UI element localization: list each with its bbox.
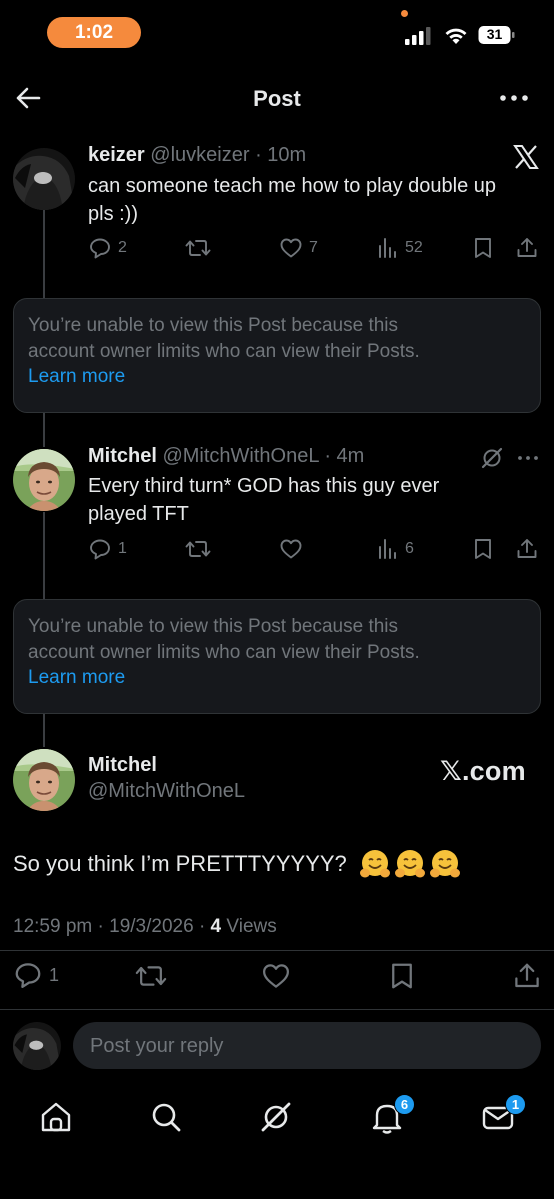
share-icon[interactable]	[515, 537, 539, 561]
post-time: · 10m	[255, 144, 307, 166]
like-button[interactable]	[279, 537, 303, 561]
post-date: 19/3/2026	[109, 916, 194, 937]
reply-count: 1	[118, 540, 127, 557]
notice-text: account owner limits who can view their …	[28, 641, 420, 663]
author-name[interactable]: Mitchel	[88, 445, 157, 467]
x-com-watermark: 𝕏.com	[440, 756, 526, 786]
reply-composer: Post your reply	[0, 1012, 554, 1078]
author-name[interactable]: Mitchel	[88, 754, 157, 777]
author-name[interactable]: keizer	[88, 144, 145, 166]
notifications-badge: 6	[394, 1094, 415, 1115]
heart-icon	[280, 238, 302, 258]
notice-text: You’re unable to view this Post because …	[28, 616, 399, 637]
main-post-text: So you think I’m PRETTTYYYYY?	[13, 848, 461, 880]
post-author-row: keizer @luvkeizer · 10m	[88, 144, 306, 167]
hugging-face-emoji-icon	[429, 850, 460, 878]
wifi-icon	[445, 28, 467, 44]
reply-count: 2	[118, 239, 127, 256]
author-handle[interactable]: @luvkeizer	[150, 144, 249, 166]
repost-icon	[185, 541, 211, 557]
cellular-signal-icon	[405, 27, 431, 45]
page-title: Post	[253, 86, 301, 111]
views-count: 52	[405, 239, 423, 256]
notice-text: account owner limits who can view their …	[28, 340, 420, 362]
repost-button[interactable]	[185, 537, 211, 561]
divider	[0, 1009, 554, 1010]
post-text: Every third turn* GOD has this guy ever …	[88, 472, 548, 528]
grok-icon[interactable]	[257, 1098, 295, 1136]
avatar[interactable]	[13, 749, 75, 811]
avatar[interactable]	[13, 449, 75, 511]
more-options-icon[interactable]	[498, 86, 530, 110]
status-time: 1:02	[47, 17, 141, 48]
reply-input[interactable]: Post your reply	[73, 1022, 541, 1069]
status-bar: 1:02 31	[0, 0, 554, 70]
privacy-indicator-dot	[401, 10, 408, 17]
reply-count: 1	[49, 964, 60, 985]
bookmark-icon[interactable]	[387, 961, 417, 991]
post-author-row: Mitchel @MitchWithOneL · 4m	[88, 445, 364, 468]
notice-text: You’re unable to view this Post because …	[28, 315, 399, 336]
current-user-avatar[interactable]	[13, 1022, 61, 1070]
post-text-line: pls :))	[88, 203, 138, 225]
reply-icon	[15, 963, 41, 988]
views-label: Views	[226, 916, 277, 937]
learn-more-link[interactable]: Learn more	[28, 665, 526, 691]
post-header: Post	[0, 74, 554, 124]
heart-icon[interactable]	[261, 961, 291, 991]
views-count[interactable]: 4	[211, 916, 222, 937]
author-handle[interactable]: @MitchWithOneL	[162, 445, 318, 467]
learn-more-link[interactable]: Learn more	[28, 364, 526, 390]
hugging-face-emoji-icon	[359, 850, 390, 878]
reply-button[interactable]: 2	[88, 236, 127, 260]
views-button[interactable]: 52	[377, 236, 423, 260]
views-button[interactable]: 6	[377, 537, 414, 561]
messages-badge: 1	[505, 1094, 526, 1115]
post-time: · 4m	[324, 445, 365, 467]
limited-visibility-notice: You’re unable to view this Post because …	[13, 599, 541, 714]
like-count: 7	[309, 239, 318, 256]
battery-icon: 31	[478, 25, 516, 45]
views-count: 6	[405, 540, 414, 557]
heart-icon	[280, 539, 302, 559]
thread-connector	[43, 713, 45, 747]
search-icon[interactable]	[147, 1098, 185, 1136]
reply-icon	[90, 238, 110, 259]
share-icon[interactable]	[515, 236, 539, 260]
post-text-line: played TFT	[88, 503, 189, 525]
reply-icon	[90, 539, 110, 560]
more-options-icon[interactable]	[516, 446, 540, 470]
post-text: can someone teach me how to play double …	[88, 172, 548, 228]
reply-button[interactable]: 1	[88, 537, 127, 561]
thread-connector	[43, 512, 45, 600]
reply-placeholder: Post your reply	[90, 1035, 224, 1057]
post-timestamp: 12:59 pm	[13, 916, 93, 937]
bottom-tab-bar: 6 1	[0, 1080, 554, 1199]
home-icon[interactable]	[37, 1098, 75, 1136]
share-icon[interactable]	[512, 961, 542, 991]
like-button[interactable]: 7	[279, 236, 318, 260]
bookmark-icon[interactable]	[471, 537, 495, 561]
reply-button[interactable]: 1	[13, 960, 59, 990]
author-handle[interactable]: @MitchWithOneL	[88, 780, 245, 803]
views-chart-icon	[379, 238, 396, 258]
thread-connector	[43, 413, 45, 447]
thread-connector	[43, 210, 45, 298]
post-text-line: can someone teach me how to play double …	[88, 175, 497, 197]
divider	[0, 950, 554, 951]
avatar[interactable]	[13, 148, 75, 210]
views-chart-icon	[379, 539, 396, 559]
hugging-face-emoji-icon	[394, 850, 425, 878]
grok-icon[interactable]	[480, 446, 504, 470]
post-text-line: Every third turn* GOD has this guy ever	[88, 475, 440, 497]
x-logo-icon	[513, 145, 539, 169]
repost-icon	[185, 240, 211, 256]
bookmark-icon[interactable]	[471, 236, 495, 260]
limited-visibility-notice: You’re unable to view this Post because …	[13, 298, 541, 413]
repost-button[interactable]	[185, 236, 211, 260]
main-post-text-content: So you think I’m PRETTTYYYYY?	[13, 851, 347, 876]
battery-level: 31	[486, 26, 503, 42]
post-metadata: 12:59 pm · 19/3/2026 · 4 Views	[13, 916, 277, 937]
repost-icon[interactable]	[135, 961, 167, 991]
